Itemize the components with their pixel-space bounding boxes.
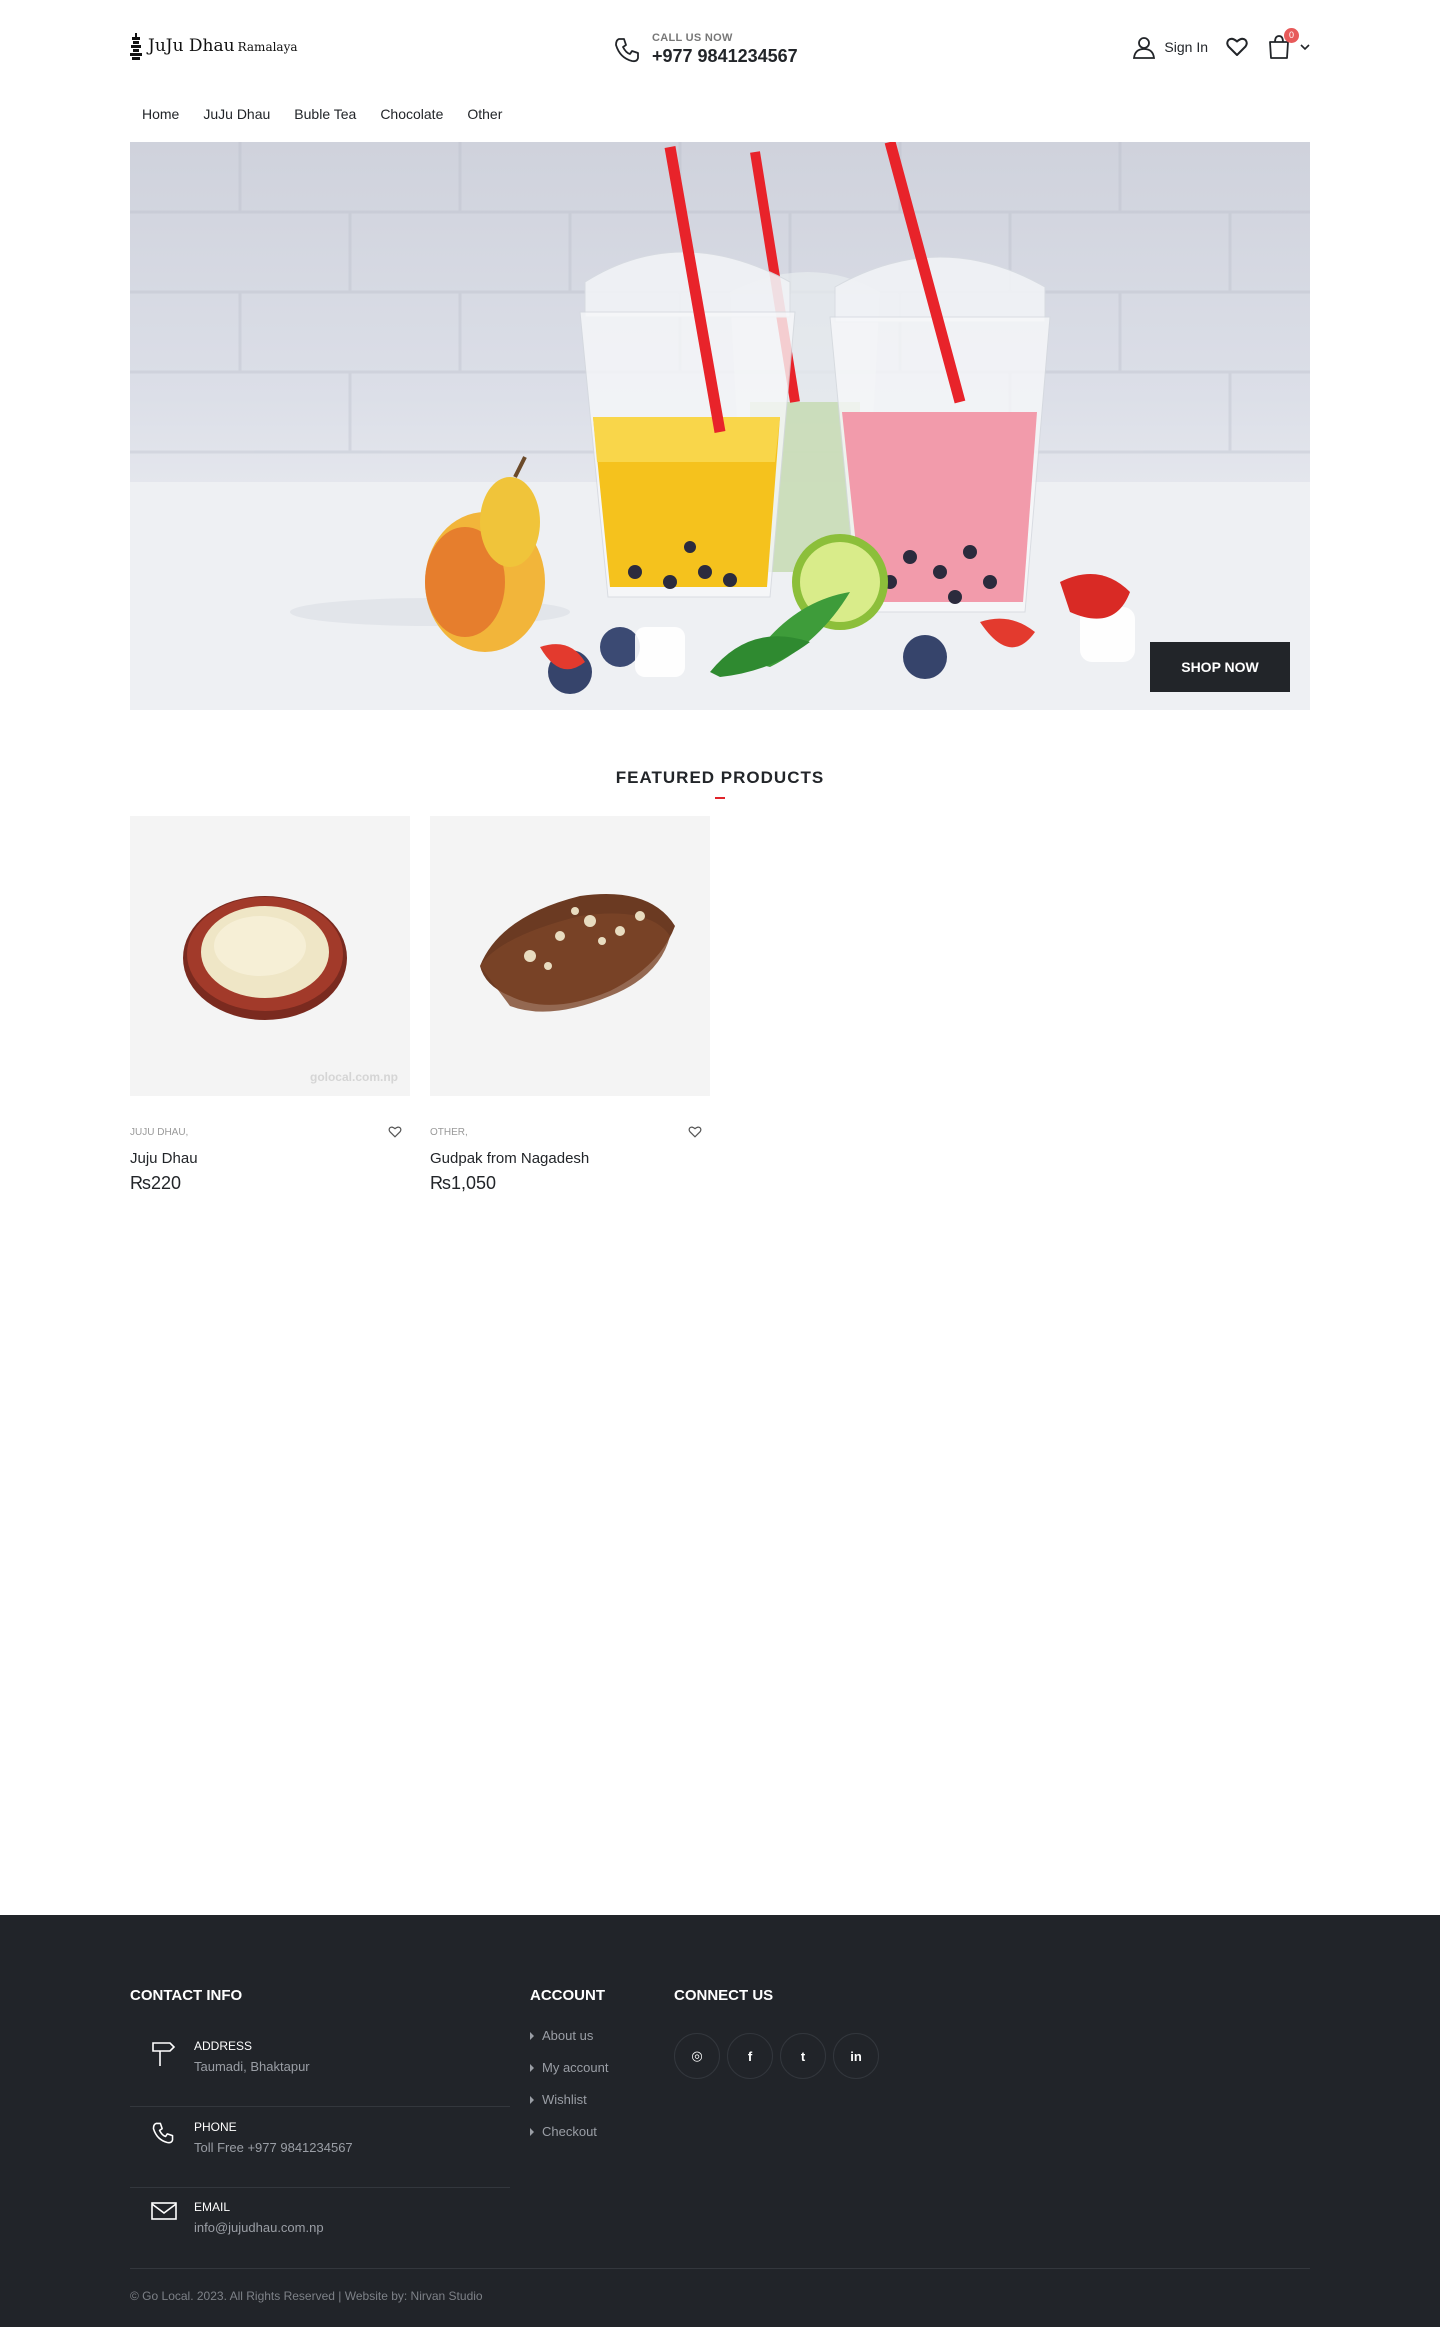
contact-email: EMAIL info@jujudhau.com.np	[130, 2188, 510, 2268]
footer-link-checkout[interactable]: Checkout	[530, 2124, 597, 2139]
pagoda-logo-icon	[130, 33, 142, 60]
heart-icon[interactable]	[388, 1126, 402, 1138]
sign-in-link[interactable]: Sign In	[1132, 35, 1208, 59]
call-label: CALL US NOW	[652, 32, 733, 44]
contact-address: ADDRESS Taumadi, Bhaktapur	[130, 2027, 510, 2107]
connect-us-title: CONNECT US	[674, 1987, 774, 2004]
product-image[interactable]: golocal.com.np	[130, 816, 410, 1096]
nav-item-juju-dhau[interactable]: JuJu Dhau	[191, 104, 282, 124]
product-price: ₨1,050	[430, 1173, 496, 1193]
title-underline	[715, 797, 725, 799]
brand-logo[interactable]: JuJu Dhau Ramalaya	[130, 32, 298, 60]
nav-item-chocolate[interactable]: Chocolate	[368, 104, 455, 124]
product-category[interactable]: JUJU DHAU,	[130, 1127, 188, 1138]
product-name[interactable]: Juju Dhau	[130, 1150, 410, 1167]
site-footer: CONTACT INFO ADDRESS Taumadi, Bhaktapur …	[0, 1915, 1440, 2327]
product-price: ₨220	[130, 1173, 181, 1193]
nav-item-other[interactable]: Other	[455, 104, 514, 124]
main-nav: Home JuJu Dhau Buble Tea Chocolate Other	[130, 104, 514, 124]
twitter-icon[interactable]: t	[780, 2033, 826, 2079]
call-us: CALL US NOW +977 9841234567	[612, 32, 798, 67]
hero-banner: SHOP NOW	[130, 142, 1310, 710]
brand-name: JuJu Dhau	[148, 36, 235, 56]
site-header: JuJu Dhau Ramalaya CALL US NOW +977 98412…	[130, 0, 1310, 100]
contact-label: PHONE	[194, 2120, 237, 2134]
product-image[interactable]	[430, 816, 710, 1096]
phone-icon	[615, 37, 639, 62]
contact-label: ADDRESS	[194, 2039, 253, 2053]
heart-icon[interactable]	[1226, 37, 1248, 57]
contact-info-title: CONTACT INFO	[130, 1987, 243, 2004]
instagram-icon[interactable]: ◎	[674, 2033, 720, 2079]
juju-dhau-image	[183, 896, 347, 1020]
footer-divider	[130, 2268, 1310, 2269]
facebook-icon[interactable]: f	[727, 2033, 773, 2079]
featured-products-title: FEATURED PRODUCTS	[615, 768, 825, 787]
user-icon	[1133, 37, 1156, 59]
contact-phone: PHONE Toll Free +977 9841234567	[130, 2108, 510, 2188]
footer-link-wishlist[interactable]: Wishlist	[530, 2092, 587, 2107]
contact-value: Taumadi, Bhaktapur	[194, 2059, 310, 2074]
footer-link-my-account[interactable]: My account	[530, 2060, 608, 2075]
signpost-icon	[152, 2042, 176, 2066]
cart-button[interactable]: 0	[1266, 28, 1310, 60]
cart-count-badge: 0	[1284, 28, 1299, 43]
call-number[interactable]: +977 9841234567	[652, 46, 798, 67]
contact-label: EMAIL	[194, 2200, 231, 2214]
product-card: golocal.com.np JUJU DHAU, Juju Dhau ₨220	[130, 816, 410, 1194]
phone-icon	[152, 2122, 174, 2144]
brand-sub: Ramalaya	[237, 40, 298, 54]
nav-item-buble-tea[interactable]: Buble Tea	[282, 104, 368, 124]
shop-now-button[interactable]: SHOP NOW	[1150, 642, 1290, 692]
product-card: OTHER, Gudpak from Nagadesh ₨1,050	[430, 816, 710, 1194]
contact-value[interactable]: Toll Free +977 9841234567	[194, 2140, 353, 2155]
copyright-text: © Go Local. 2023. All Rights Reserved | …	[130, 2289, 483, 2303]
sign-in-label: Sign In	[1164, 39, 1208, 55]
account-title: ACCOUNT	[530, 1987, 605, 2004]
footer-link-about-us[interactable]: About us	[530, 2028, 593, 2043]
product-category[interactable]: OTHER,	[430, 1127, 468, 1138]
hero-image	[130, 142, 1310, 710]
heart-icon[interactable]	[688, 1126, 702, 1138]
nav-item-home[interactable]: Home	[130, 104, 191, 124]
product-watermark: golocal.com.np	[309, 1070, 398, 1084]
product-name[interactable]: Gudpak from Nagadesh	[430, 1150, 710, 1167]
chevron-down-icon	[1300, 44, 1310, 51]
contact-value[interactable]: info@jujudhau.com.np	[194, 2220, 324, 2235]
linkedin-icon[interactable]: in	[833, 2033, 879, 2079]
envelope-icon	[151, 2202, 177, 2220]
gudpak-image	[480, 894, 675, 1012]
